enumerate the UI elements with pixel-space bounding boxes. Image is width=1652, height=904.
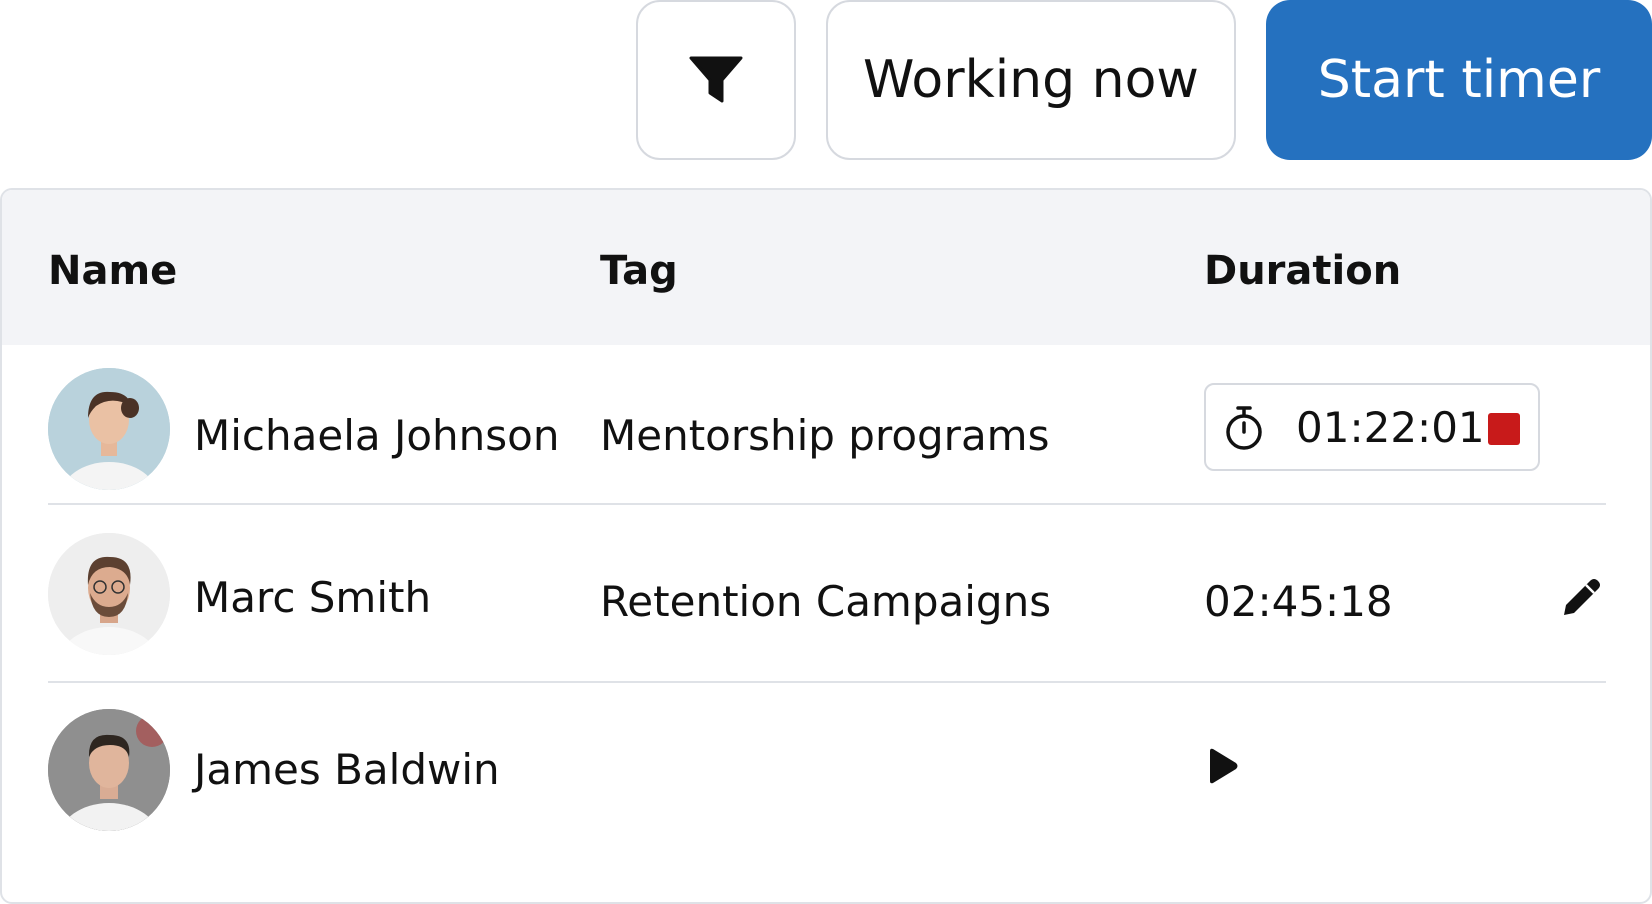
filter-icon bbox=[689, 56, 743, 103]
working-now-button[interactable]: Working now bbox=[826, 0, 1236, 160]
table-row: James Baldwin bbox=[48, 683, 1606, 855]
filter-button[interactable] bbox=[636, 0, 796, 160]
avatar bbox=[48, 533, 170, 655]
stopwatch-icon bbox=[1226, 406, 1262, 450]
pencil-icon[interactable] bbox=[1560, 575, 1604, 619]
table-header: Name Tag Duration bbox=[2, 190, 1650, 345]
start-timer-button[interactable]: Start timer bbox=[1266, 0, 1652, 160]
avatar bbox=[48, 709, 170, 831]
header-duration: Duration bbox=[1204, 248, 1402, 294]
stop-icon[interactable] bbox=[1488, 413, 1520, 445]
table-row: Michaela Johnson Mentorship programs 01:… bbox=[48, 345, 1606, 505]
start-timer-label: Start timer bbox=[1317, 50, 1601, 110]
row-name: Marc Smith bbox=[194, 573, 432, 622]
time-entries-table: Name Tag Duration Michaela Johnson Mento… bbox=[0, 188, 1652, 904]
table-row: Marc Smith Retention Campaigns 02:45:18 bbox=[48, 505, 1606, 683]
play-icon[interactable] bbox=[1206, 747, 1240, 785]
header-name: Name bbox=[48, 248, 178, 294]
toolbar: Working now Start timer bbox=[636, 0, 1652, 160]
row-tag: Mentorship programs bbox=[600, 411, 1050, 460]
row-name: Michaela Johnson bbox=[194, 411, 560, 460]
timer-duration: 01:22:01 bbox=[1296, 403, 1485, 452]
header-tag: Tag bbox=[600, 248, 678, 294]
row-name: James Baldwin bbox=[194, 745, 500, 794]
row-tag: Retention Campaigns bbox=[600, 577, 1052, 626]
row-duration: 02:45:18 bbox=[1204, 577, 1393, 626]
running-timer: 01:22:01 bbox=[1204, 383, 1540, 471]
avatar bbox=[48, 368, 170, 490]
working-now-label: Working now bbox=[863, 50, 1199, 110]
